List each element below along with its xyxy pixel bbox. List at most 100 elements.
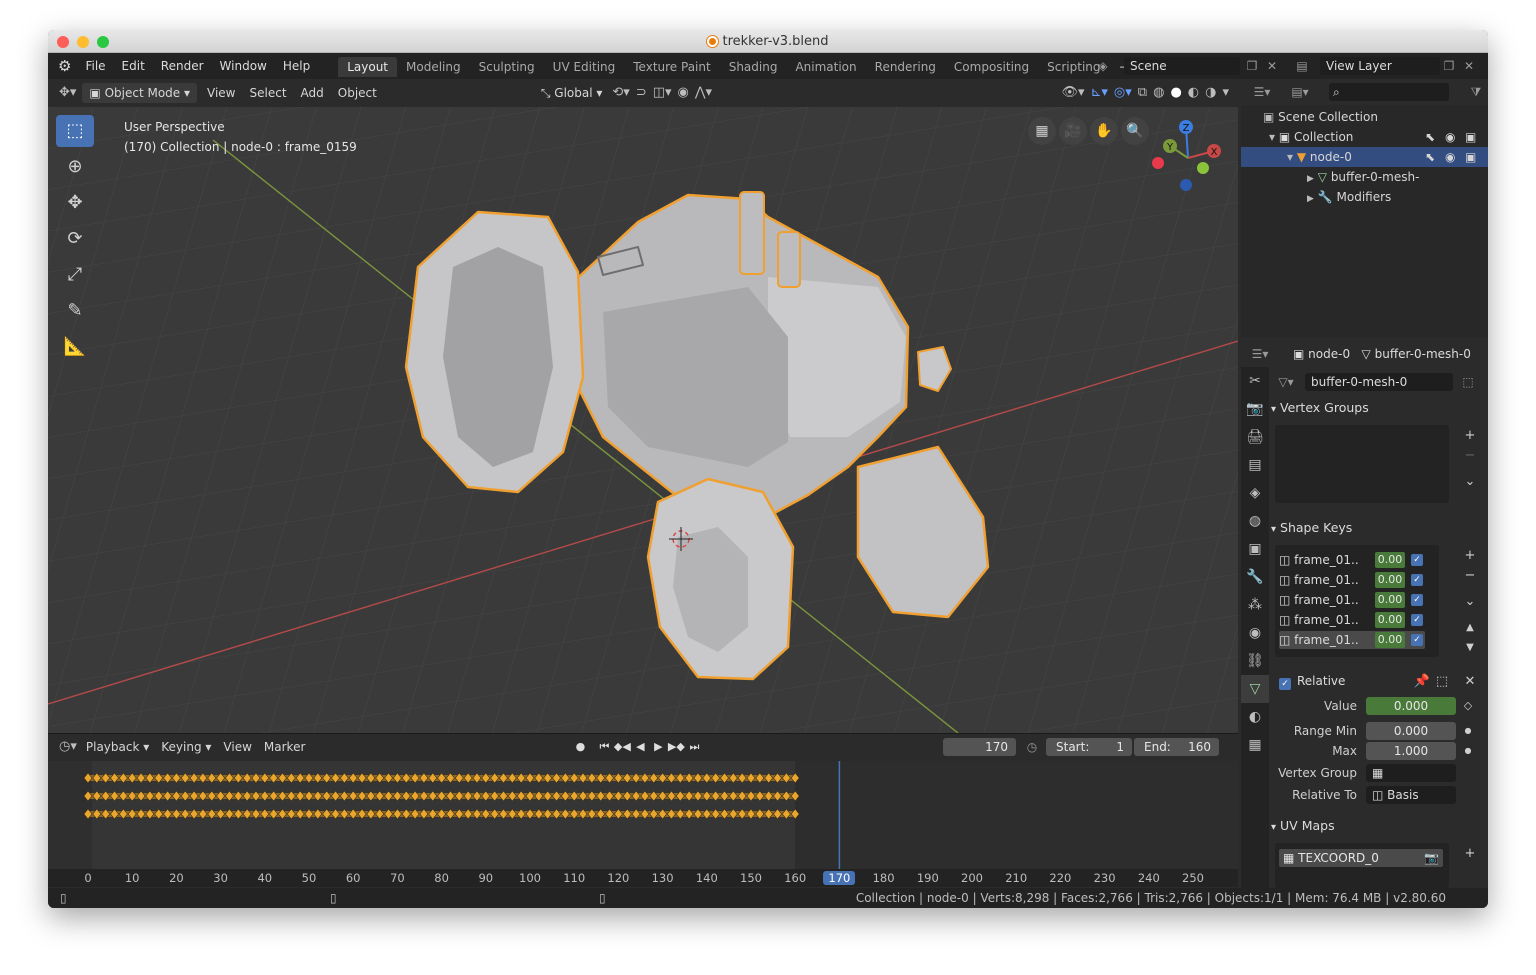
keyframe-diamond[interactable] (596, 808, 606, 820)
keyframe-diamond[interactable] (525, 808, 535, 820)
blender-logo-icon[interactable]: ⚙ (48, 53, 77, 79)
expand-arrow-icon[interactable]: ▶ (1307, 174, 1314, 184)
start-frame-field[interactable]: Start: 1 (1046, 738, 1132, 756)
keyframe-diamond[interactable] (507, 808, 517, 820)
keyframe-diamond[interactable] (313, 808, 323, 820)
uv-render-icon[interactable]: 📷 (1424, 849, 1439, 867)
keyframe-diamond[interactable] (366, 790, 376, 802)
physics-tab-icon[interactable]: ◉ (1241, 619, 1269, 647)
keyframe-diamond[interactable] (198, 790, 208, 802)
keyframe-diamond[interactable] (145, 790, 155, 802)
keyframe-diamond[interactable] (127, 790, 137, 802)
shape-key-value[interactable]: 0.00 (1375, 632, 1405, 648)
keyframe-diamond[interactable] (702, 808, 712, 820)
outliner-row-collection[interactable]: ▾ ▣ Collection ⬉ ◉ ▣ (1241, 127, 1488, 147)
keyframe-diamond[interactable] (764, 808, 774, 820)
keyframe-diamond[interactable] (658, 808, 667, 820)
keyframe-diamond[interactable] (304, 808, 314, 820)
next-keyframe-icon[interactable]: ▶◆ (667, 738, 685, 756)
keyframe-diamond[interactable] (136, 790, 146, 802)
keyframe-diamond[interactable] (269, 808, 279, 820)
keyframe-diamond[interactable] (693, 790, 703, 802)
keyframe-diamond[interactable] (286, 790, 296, 802)
keyframe-diamond[interactable] (481, 790, 491, 802)
timeline-editor-type-icon[interactable]: ◷▾ (56, 737, 80, 757)
keyframe-diamond[interactable] (207, 790, 217, 802)
object-tab-icon[interactable]: ▣ (1241, 535, 1269, 563)
visibility-icon[interactable]: 👁▾ (1058, 83, 1087, 103)
menu-file[interactable]: File (77, 53, 113, 79)
pan-view-icon[interactable]: ✋ (1090, 117, 1118, 145)
shape-key-value[interactable]: 0.00 (1375, 572, 1405, 588)
keyframe-diamond[interactable] (587, 772, 597, 784)
keyframe-diamond[interactable] (410, 772, 420, 784)
remove-shape-key-button[interactable]: − (1461, 567, 1479, 585)
keyframe-diamond[interactable] (295, 808, 305, 820)
selectable-icon[interactable]: ⬉ (1425, 147, 1435, 167)
keyframe-diamond[interactable] (755, 790, 765, 802)
eye-icon[interactable]: ◉ (1445, 127, 1455, 147)
menu-help[interactable]: Help (275, 53, 318, 79)
shape-key-specials-icon[interactable]: ⌄ (1461, 593, 1479, 611)
uv-map-row[interactable]: ▦ TEXCOORD_0 📷 (1279, 849, 1443, 867)
keyframe-diamond[interactable] (154, 808, 164, 820)
keyframe-diamond[interactable] (463, 808, 473, 820)
keyframe-diamond[interactable] (614, 808, 623, 820)
keyframe-diamond[interactable] (216, 772, 225, 784)
keyframe-diamond[interactable] (375, 808, 385, 820)
3d-viewport[interactable]: ⬚ ⊕ ✥ ⟳ ⤢ ✎ 📐 User Perspective (170) Col… (48, 107, 1238, 733)
vertex-group-field[interactable]: ▦ (1366, 764, 1456, 782)
relative-checkbox[interactable]: ✓ (1279, 678, 1291, 690)
snap-icon[interactable]: ⊃ (633, 83, 650, 103)
remove-vertex-group-button[interactable]: − (1461, 447, 1479, 465)
keyframe-diamond[interactable] (631, 808, 641, 820)
add-menu[interactable]: Add (294, 83, 331, 103)
keyframe-diamond[interactable] (242, 808, 252, 820)
value-field[interactable]: 0.000 (1366, 697, 1456, 715)
camera-icon[interactable]: ▣ (1465, 147, 1476, 167)
outliner-row-scene-collection[interactable]: ▣ Scene Collection (1241, 107, 1488, 127)
keyframe-diamond[interactable] (516, 790, 526, 802)
render-tab-icon[interactable]: 📷 (1241, 395, 1269, 423)
keyframe-diamond[interactable] (720, 772, 729, 784)
keyframe-diamond[interactable] (543, 808, 553, 820)
rendered-shading-icon[interactable]: ◑ (1202, 83, 1219, 103)
display-mode-icon[interactable]: ▤▾ (1291, 83, 1309, 101)
shape-key-mute-checkbox[interactable]: ✓ (1411, 634, 1423, 646)
keyframe-diamond[interactable] (348, 790, 358, 802)
marker-menu[interactable]: Marker (258, 740, 311, 754)
keyframe-diamond[interactable] (331, 808, 340, 820)
tab-compositing[interactable]: Compositing (945, 57, 1038, 77)
move-shape-key-down-icon[interactable]: ▼ (1461, 639, 1479, 657)
end-frame-field[interactable]: End: 160 (1134, 738, 1219, 756)
keyframe-diamond[interactable] (260, 790, 270, 802)
shape-key-mute-checkbox[interactable]: ✓ (1411, 574, 1423, 586)
keyframe-diamond[interactable] (269, 790, 279, 802)
keyframe-diamond[interactable] (419, 808, 429, 820)
falloff-icon[interactable]: ⋀▾ (692, 83, 715, 103)
keyframe-diamond[interactable] (675, 808, 685, 820)
gizmo-neg-y[interactable] (1197, 162, 1209, 174)
keyframe-diamond[interactable] (428, 790, 438, 802)
keyframe-diamond[interactable] (393, 808, 402, 820)
keyframe-diamond[interactable] (172, 790, 181, 802)
keyframe-diamond[interactable] (693, 772, 703, 784)
keyframe-diamond[interactable] (154, 772, 164, 784)
world-tab-icon[interactable]: ◍ (1241, 507, 1269, 535)
view-layer-field[interactable]: View Layer (1320, 57, 1440, 75)
keyframe-diamond[interactable] (728, 808, 738, 820)
vertex-groups-list[interactable] (1275, 425, 1449, 503)
keyframe-diamond[interactable] (189, 790, 199, 802)
move-tool[interactable]: ✥ (56, 187, 94, 219)
edit-mode-shape-icon[interactable]: ⬚ (1433, 673, 1451, 691)
new-scene-icon[interactable]: ❐ (1243, 57, 1261, 75)
add-vertex-group-button[interactable]: + (1461, 427, 1479, 445)
keyframe-diamond[interactable] (154, 790, 164, 802)
keyframe-diamond[interactable] (454, 772, 464, 784)
menu-edit[interactable]: Edit (114, 53, 153, 79)
outliner-row-node-0[interactable]: ▾ ▼ node-0 ⬉ ◉ ▣ (1241, 147, 1488, 167)
frame-ruler[interactable]: 0 10 20 30 40 50 60 70 80 90 100 110 120 130 140 150 160… (48, 869, 1238, 887)
keyframe-diamond[interactable] (101, 772, 111, 784)
keyframe-diamond[interactable] (92, 790, 102, 802)
keyframe-diamond[interactable] (189, 772, 199, 784)
